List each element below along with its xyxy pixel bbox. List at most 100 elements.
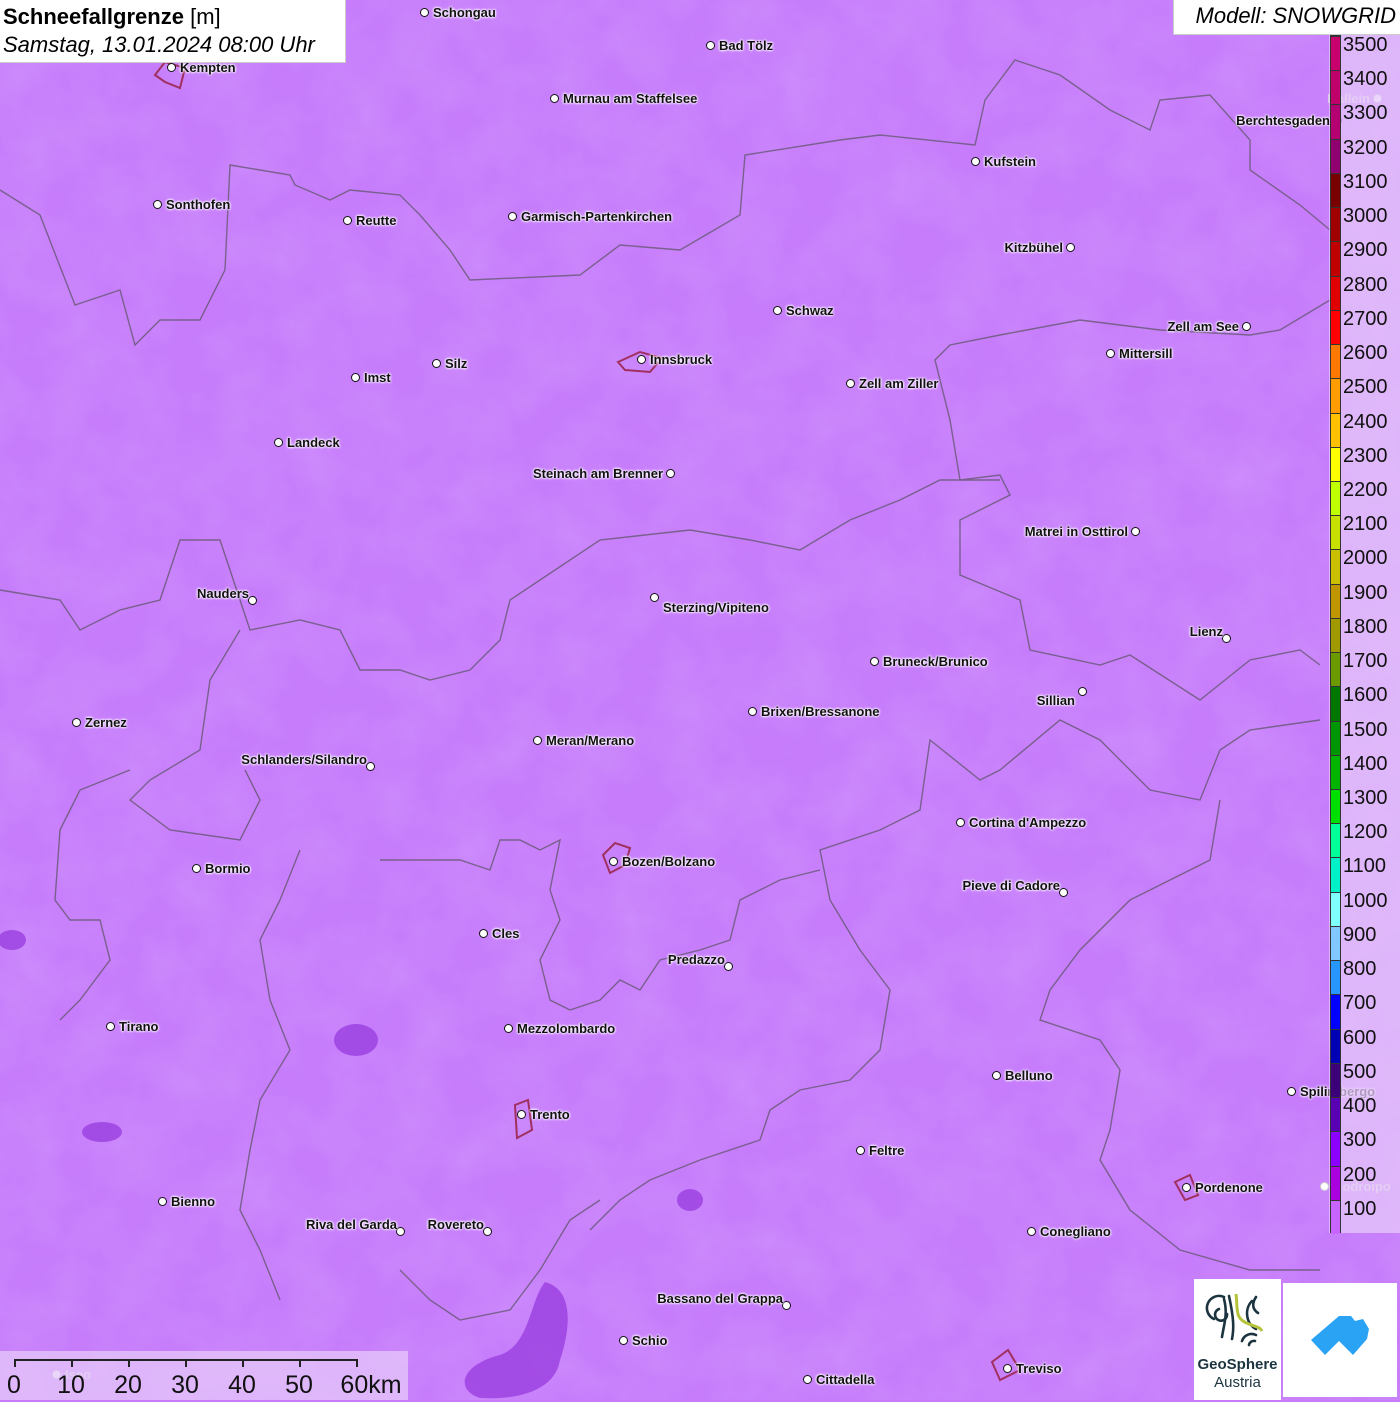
city-dot[interactable] [479,929,488,938]
city-label[interactable]: Kempten [180,61,236,75]
city-label[interactable]: Bassano del Grappa [657,1292,783,1306]
city-label[interactable]: Schongau [433,6,496,20]
city-dot[interactable] [1182,1183,1191,1192]
city-dot[interactable] [706,41,715,50]
city-dot[interactable] [856,1146,865,1155]
city-dot[interactable] [366,762,375,771]
city-label[interactable]: Predazzo [668,953,725,967]
city-label[interactable]: Schlanders/Silandro [241,753,367,767]
city-dot[interactable] [248,596,257,605]
city-dot[interactable] [550,94,559,103]
city-label[interactable]: Schwaz [786,304,834,318]
city-label[interactable]: Murnau am Staffelsee [563,92,697,106]
city-label[interactable]: Bormio [205,862,251,876]
city-dot[interactable] [1131,527,1140,536]
city-dot[interactable] [106,1022,115,1031]
city-label[interactable]: Zernez [85,716,127,730]
city-label[interactable]: Bruneck/Brunico [883,655,988,669]
city-label[interactable]: Cittadella [816,1373,875,1387]
city-dot[interactable] [351,373,360,382]
city-dot[interactable] [1003,1364,1012,1373]
city-label[interactable]: Matrei in Osttirol [1025,525,1128,539]
city-label[interactable]: Landeck [287,436,340,450]
city-label[interactable]: Kufstein [984,155,1036,169]
city-label[interactable]: Cortina d'Ampezzo [969,816,1086,830]
city-label[interactable]: Berchtesgaden [1236,114,1330,128]
city-dot[interactable] [609,857,618,866]
city-label[interactable]: Treviso [1016,1362,1062,1376]
city-label[interactable]: Cles [492,927,519,941]
city-dot[interactable] [782,1301,791,1310]
city-label[interactable]: Belluno [1005,1069,1053,1083]
city-dot[interactable] [1287,1087,1296,1096]
city-label[interactable]: Mittersill [1119,347,1172,361]
city-dot[interactable] [432,359,441,368]
city-label[interactable]: Pordenone [1195,1181,1263,1195]
city-dot[interactable] [748,707,757,716]
city-dot[interactable] [846,379,855,388]
city-dot[interactable] [724,962,733,971]
city-dot[interactable] [396,1227,405,1236]
city-label[interactable]: Kitzbühel [1005,241,1064,255]
city-dot[interactable] [803,1375,812,1384]
city-label[interactable]: Trento [530,1108,570,1122]
city-dot[interactable] [508,212,517,221]
city-label[interactable]: Tirano [119,1020,159,1034]
geosphere-austria-logo[interactable]: GeoSphere Austria [1194,1279,1281,1400]
city-label[interactable]: Zell am Ziller [859,377,938,391]
city-label[interactable]: Sterzing/Vipiteno [663,601,769,615]
city-dot[interactable] [1059,888,1068,897]
city-label[interactable]: Mezzolombardo [517,1022,615,1036]
city-dot[interactable] [773,306,782,315]
city-dot[interactable] [158,1197,167,1206]
city-dot[interactable] [483,1227,492,1236]
city-label[interactable]: Pieve di Cadore [962,879,1060,893]
city-dot[interactable] [167,63,176,72]
city-label[interactable]: Imst [364,371,391,385]
city-dot[interactable] [1222,634,1231,643]
city-dot[interactable] [992,1071,1001,1080]
city-dot[interactable] [1066,243,1075,252]
city-dot[interactable] [1320,1182,1329,1191]
city-dot[interactable] [343,216,352,225]
city-label[interactable]: Steinach am Brenner [533,467,663,481]
city-dot[interactable] [666,469,675,478]
city-dot[interactable] [517,1110,526,1119]
city-label[interactable]: Bienno [171,1195,215,1209]
city-label[interactable]: Riva del Garda [306,1218,397,1232]
city-label[interactable]: Lienz [1190,625,1223,639]
city-dot[interactable] [533,736,542,745]
city-dot[interactable] [956,818,965,827]
city-label[interactable]: Innsbruck [650,353,712,367]
city-label[interactable]: Rovereto [428,1218,484,1232]
city-label[interactable]: Schio [632,1334,667,1348]
city-label[interactable]: Silz [445,357,467,371]
city-dot[interactable] [192,864,201,873]
city-label[interactable]: Bozen/Bolzano [622,855,715,869]
city-dot[interactable] [153,200,162,209]
city-label[interactable]: Sillian [1037,694,1075,708]
city-dot[interactable] [650,593,659,602]
city-dot[interactable] [72,718,81,727]
city-dot[interactable] [637,355,646,364]
city-label[interactable]: Sonthofen [166,198,230,212]
city-label[interactable]: Bad Tölz [719,39,773,53]
city-dot[interactable] [1027,1227,1036,1236]
city-dot[interactable] [1078,687,1087,696]
app-logo[interactable] [1283,1283,1397,1397]
city-dot[interactable] [1242,322,1251,331]
city-dot[interactable] [971,157,980,166]
city-dot[interactable] [274,438,283,447]
city-label[interactable]: Feltre [869,1144,904,1158]
city-label[interactable]: Meran/Merano [546,734,634,748]
city-label[interactable]: Garmisch-Partenkirchen [521,210,672,224]
city-dot[interactable] [870,657,879,666]
city-label[interactable]: Zell am See [1167,320,1239,334]
city-label[interactable]: Conegliano [1040,1225,1111,1239]
city-label[interactable]: Brixen/Bressanone [761,705,880,719]
city-dot[interactable] [1106,349,1115,358]
city-label[interactable]: Nauders [197,587,249,601]
city-label[interactable]: Reutte [356,214,396,228]
city-dot[interactable] [619,1336,628,1345]
city-dot[interactable] [420,8,429,17]
